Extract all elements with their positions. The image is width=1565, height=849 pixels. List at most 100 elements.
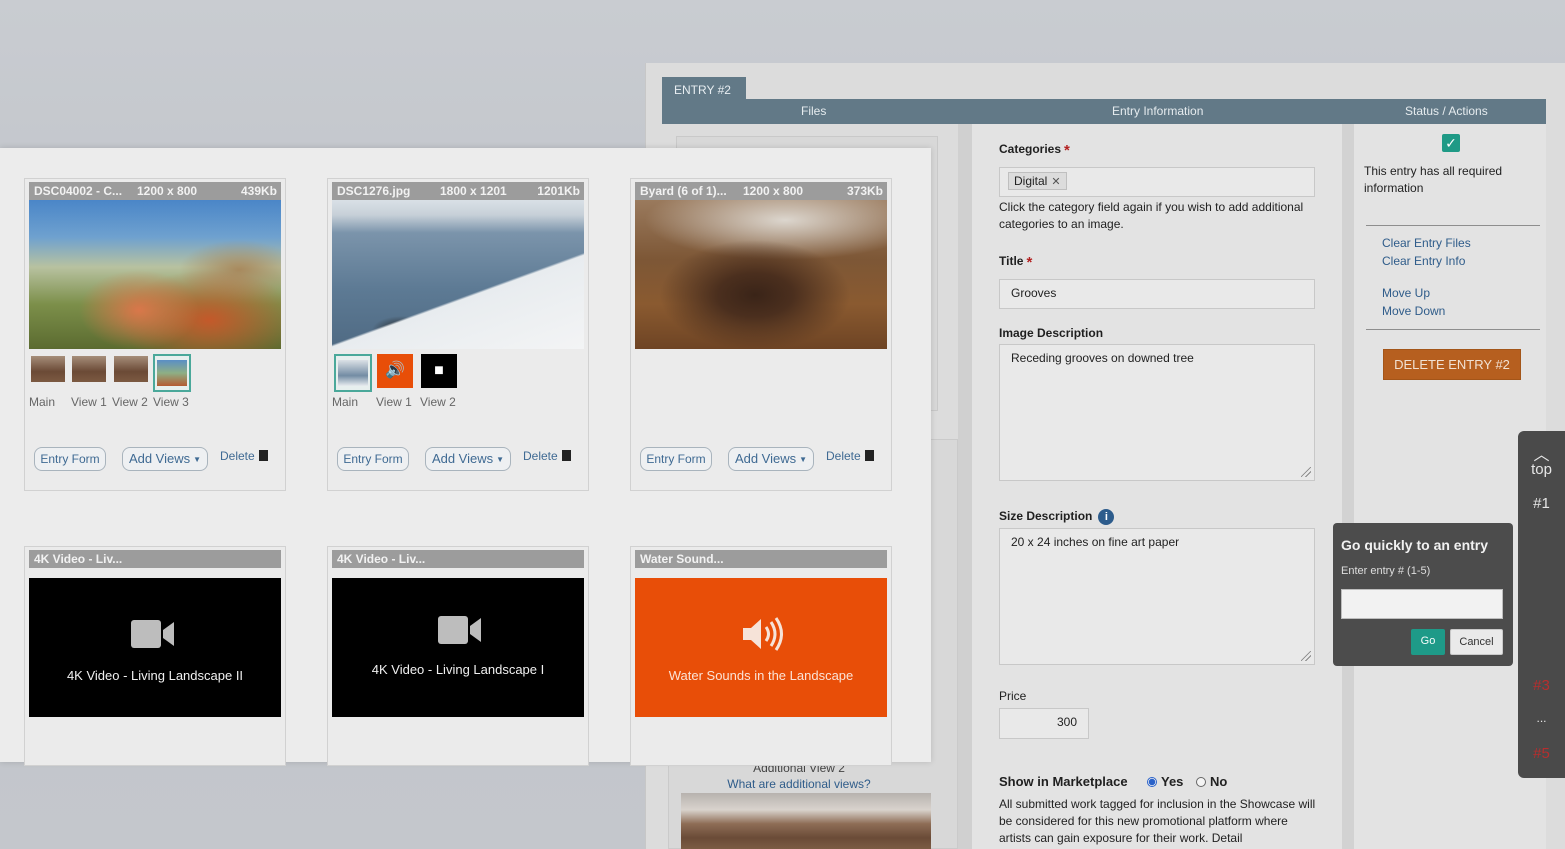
video-preview[interactable]: 4K Video - Living Landscape II (29, 578, 281, 717)
marketplace-label: Show in Marketplace (999, 774, 1128, 789)
trash-icon (258, 450, 268, 461)
view-label: Main (29, 395, 56, 409)
move-down-link[interactable]: Move Down (1382, 304, 1445, 318)
price-input[interactable]: 300 (999, 708, 1089, 739)
additional-views-link[interactable]: What are additional views? (669, 777, 929, 791)
file-card: DSC04002 - C... 1200 x 800 439Kb Main Vi… (24, 178, 286, 491)
thumbnail-view-3[interactable] (153, 354, 191, 392)
view-label: View 3 (153, 395, 189, 409)
size-description-value: 20 x 24 inches on fine art paper (1011, 535, 1180, 549)
nav-entry-3[interactable]: #3 (1518, 677, 1565, 694)
divider (1366, 225, 1540, 226)
categories-label: Categories * (999, 142, 1070, 159)
caret-down-icon: ▼ (799, 454, 808, 464)
nav-entry-5[interactable]: #5 (1518, 745, 1565, 762)
thumbnail-view-2[interactable] (114, 356, 148, 382)
trash-icon (864, 450, 874, 461)
radio-icon (1196, 776, 1206, 787)
add-views-button[interactable]: Add Views ▼ (728, 447, 814, 471)
remove-chip-icon[interactable]: ✕ (1051, 176, 1060, 188)
title-input[interactable]: Grooves (999, 279, 1315, 309)
audio-preview[interactable]: Water Sounds in the Landscape (635, 578, 887, 717)
image-description-label: Image Description (999, 326, 1104, 340)
thumbnail-view-1[interactable] (72, 356, 106, 382)
media-title: Water Sounds in the Landscape (668, 668, 854, 683)
delete-entry-button[interactable]: DELETE ENTRY #2 (1383, 349, 1521, 380)
size-description-label: Size Description i (999, 509, 1115, 525)
thumbnail-main[interactable] (334, 354, 372, 392)
marketplace-no-radio[interactable]: No (1196, 774, 1227, 789)
clear-entry-info-link[interactable]: Clear Entry Info (1382, 254, 1465, 268)
add-views-button[interactable]: Add Views ▼ (425, 447, 511, 471)
file-name: DSC04002 - C... (34, 184, 123, 198)
entry-form-button[interactable]: Entry Form (34, 447, 106, 471)
media-card: Water Sound... Water Sounds in the Lands… (630, 546, 892, 766)
video-camera-icon (131, 620, 174, 648)
file-image[interactable] (635, 200, 887, 349)
entry-information-column: Categories * Digital ✕ Click the category … (972, 124, 1342, 849)
media-card: 4K Video - Liv... 4K Video - Living Land… (24, 546, 286, 766)
file-card-header: DSC04002 - C... 1200 x 800 439Kb (29, 182, 281, 200)
delete-file-button[interactable]: Delete (220, 449, 268, 463)
file-image[interactable] (332, 200, 584, 349)
file-card-header: DSC1276.jpg 1800 x 1201 1201Kb (332, 182, 584, 200)
column-divider (958, 124, 972, 849)
caret-down-icon: ▼ (496, 454, 505, 464)
radio-selected-icon (1147, 776, 1157, 787)
nav-entry-1[interactable]: #1 (1518, 495, 1565, 512)
video-camera-icon: ■ (421, 354, 457, 388)
file-image[interactable] (29, 200, 281, 349)
file-dimensions: 1800 x 1201 (440, 184, 507, 198)
categories-help: Click the category field again if you wi… (999, 200, 1304, 231)
quick-jump-hint: Enter entry # (1-5) (1341, 565, 1431, 577)
entry-form-button[interactable]: Entry Form (337, 447, 409, 471)
resize-handle-icon[interactable] (1301, 467, 1311, 477)
thumbnail-main[interactable] (31, 356, 65, 382)
categories-field[interactable]: Digital ✕ (999, 167, 1315, 197)
media-card: 4K Video - Liv... 4K Video - Living Land… (327, 546, 589, 766)
marketplace-yes-radio[interactable]: Yes (1147, 774, 1183, 789)
media-title: 4K Video - Living Landscape I (371, 662, 545, 677)
file-card: Byard (6 of 1)... 1200 x 800 373Kb Entry… (630, 178, 892, 491)
video-camera-icon (438, 616, 481, 644)
caret-down-icon: ▼ (193, 454, 202, 464)
view-label: Main (332, 395, 359, 409)
entry-form-button[interactable]: Entry Form (640, 447, 712, 471)
media-card-header: 4K Video - Liv... (332, 550, 584, 568)
media-card-header: Water Sound... (635, 550, 887, 568)
status-column-label: Status / Actions (1405, 104, 1488, 118)
delete-file-button[interactable]: Delete (523, 449, 571, 463)
cancel-button[interactable]: Cancel (1450, 629, 1503, 655)
resize-handle-icon[interactable] (1301, 651, 1311, 661)
speaker-icon (743, 617, 783, 651)
entry-nav-rail: ︿ top #1 #3 ... #5 (1518, 431, 1565, 778)
file-name: Byard (6 of 1)... (640, 184, 727, 198)
file-size: 439Kb (240, 184, 277, 198)
files-column-label: Files (801, 104, 827, 118)
thumbnail-view-2[interactable]: ■ (421, 354, 457, 388)
status-text: This entry has all required information (1364, 164, 1503, 195)
clear-entry-files-link[interactable]: Clear Entry Files (1382, 236, 1471, 250)
info-icon[interactable]: i (1098, 509, 1115, 525)
checkmark-icon: ✓ (1442, 134, 1460, 152)
media-title: 4K Video - Living Landscape II (66, 668, 244, 683)
move-up-link[interactable]: Move Up (1382, 286, 1430, 300)
file-size: 1201Kb (537, 184, 580, 198)
nav-top-link[interactable]: top (1518, 461, 1565, 478)
add-views-button[interactable]: Add Views ▼ (122, 447, 208, 471)
file-name: DSC1276.jpg (337, 184, 411, 198)
divider (1366, 329, 1540, 330)
image-description-textarea[interactable]: Receding grooves on downed tree (999, 344, 1315, 481)
entry-number-input[interactable] (1341, 589, 1503, 619)
size-description-textarea[interactable]: 20 x 24 inches on fine art paper (999, 528, 1315, 665)
trash-icon (561, 450, 571, 461)
entry-info-column-label: Entry Information (1112, 104, 1204, 118)
video-preview[interactable]: 4K Video - Living Landscape I (332, 578, 584, 717)
file-dimensions: 1200 x 800 (743, 184, 804, 198)
nav-ellipsis: ... (1536, 711, 1547, 725)
speaker-icon: 🔊 (377, 354, 413, 388)
delete-file-button[interactable]: Delete (826, 449, 874, 463)
go-button[interactable]: Go (1411, 629, 1445, 655)
quick-jump-popover: Go quickly to an entry Enter entry # (1-… (1333, 523, 1513, 666)
thumbnail-view-1[interactable]: 🔊 (377, 354, 413, 388)
